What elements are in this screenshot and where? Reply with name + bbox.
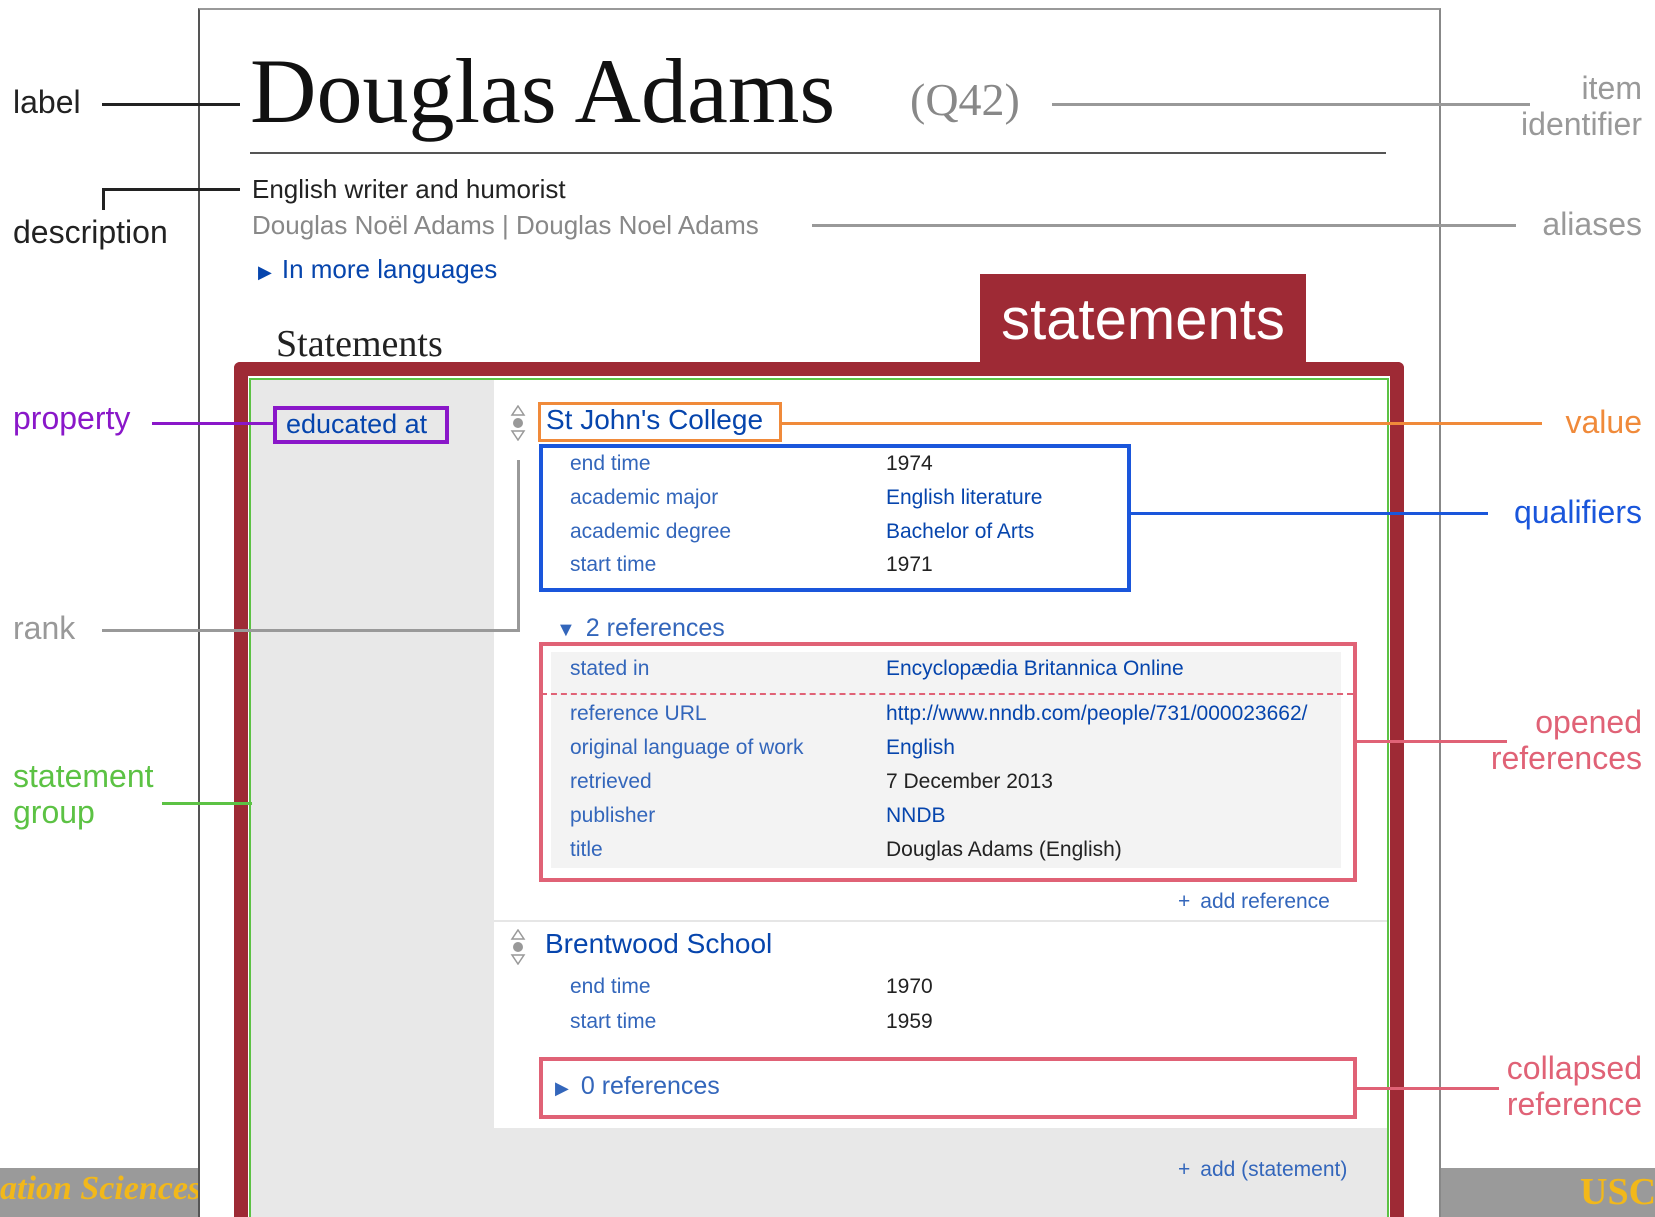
description-connector [102,188,240,191]
references-toggle[interactable]: ▼ 2 references [556,614,725,643]
reference-value[interactable]: NNDB [886,804,946,828]
description-connector-tick [102,188,105,210]
statement-group-connector [162,802,252,805]
qualifier-property[interactable]: academic degree [570,520,731,544]
qualifier-value[interactable]: Bachelor of Arts [886,520,1034,544]
item-aliases: Douglas Noël Adams | Douglas Noel Adams [252,210,759,240]
statement-group-annotation-line1: statement [13,758,154,794]
aliases-annotation: aliases [1542,206,1642,242]
item-identifier-annotation-line1: item [1581,70,1642,106]
references-toggle-label: 2 references [585,614,725,642]
collapsed-reference-annotation-line1: collapsed [1506,1050,1642,1086]
item-label: Douglas Adams [250,40,836,142]
add-statement-button[interactable]: + add (statement) [1178,1158,1347,1182]
more-languages-toggle[interactable]: ▶ In more languages [258,254,497,285]
reference-property[interactable]: title [570,838,603,862]
more-languages-label: In more languages [281,254,498,284]
reference-property[interactable]: reference URL [570,702,707,726]
item-description: English writer and humorist [252,174,566,204]
rank-annotation: rank [13,610,76,646]
plus-icon: + [1178,890,1191,913]
statement-value[interactable]: Brentwood School [545,928,772,960]
reference-value[interactable]: http://www.nndb.com/people/731/000023662… [886,702,1307,726]
rank-connector-vertical [517,460,520,632]
opened-references-annotation-line1: opened [1535,704,1642,740]
rank-selector-icon[interactable] [510,929,526,965]
rank-selector-icon[interactable] [510,405,526,441]
item-identifier: (Q42) [910,74,1020,125]
statement-divider [494,920,1387,922]
triangle-down-icon: ▼ [556,619,576,641]
triangle-right-icon: ▶ [258,262,272,282]
reference-value: 7 December 2013 [886,770,1053,793]
add-reference-button[interactable]: + add reference [1178,890,1330,914]
identifier-connector [1052,103,1530,106]
references-toggle-label: 0 references [580,1072,720,1100]
reference-property[interactable]: stated in [570,657,649,681]
qualifier-value: 1974 [886,452,933,475]
value-connector [782,422,1542,425]
reference-property[interactable]: publisher [570,804,655,828]
reference-value[interactable]: English [886,736,955,760]
rank-connector-horizontal [102,629,520,632]
statements-banner-label: statements [1001,287,1285,352]
reference-property[interactable]: original language of work [570,736,803,760]
reference-property[interactable]: retrieved [570,770,652,794]
qualifier-property[interactable]: end time [570,975,651,999]
aliases-connector [812,224,1516,227]
qualifier-value: 1959 [886,1010,933,1033]
qualifier-value[interactable]: English literature [886,486,1042,510]
triangle-right-icon: ▶ [555,1078,569,1098]
opened-references-annotation-line2: references [1490,740,1642,776]
opened-references-connector [1357,740,1507,743]
qualifiers-annotation: qualifiers [1513,494,1642,530]
add-statement-label: add (statement) [1200,1158,1348,1181]
label-connector [102,103,240,106]
collapsed-reference-annotation-line2: reference [1506,1086,1642,1122]
references-toggle[interactable]: ▶ 0 references [555,1072,720,1101]
footer-left-text: ation Sciences [0,1170,202,1207]
statement-value[interactable]: St John's College [546,404,763,436]
collapsed-reference-connector [1357,1087,1499,1090]
qualifier-property[interactable]: start time [570,1010,656,1034]
label-annotation: label [13,84,81,120]
description-annotation: description [13,214,168,250]
property-annotation: property [13,400,131,436]
statement-group-annotation-line2: group [13,794,95,830]
reference-value[interactable]: Encyclopædia Britannica Online [886,657,1184,681]
footer-right-text: USC [1580,1171,1655,1213]
qualifier-value: 1970 [886,975,933,998]
property-label[interactable]: educated at [286,409,427,440]
item-identifier-annotation-line2: identifier [1521,106,1642,142]
add-reference-label: add reference [1200,890,1330,913]
property-connector [152,422,274,425]
qualifier-property[interactable]: start time [570,553,656,577]
qualifier-property[interactable]: end time [570,452,651,476]
value-annotation: value [1565,404,1643,440]
reference-value: Douglas Adams (English) [886,838,1122,861]
qualifier-property[interactable]: academic major [570,486,718,510]
statements-heading: Statements [276,323,443,365]
plus-icon: + [1178,1158,1191,1181]
title-underline [250,152,1386,154]
qualifiers-connector [1131,512,1488,515]
qualifier-value: 1971 [886,553,933,576]
